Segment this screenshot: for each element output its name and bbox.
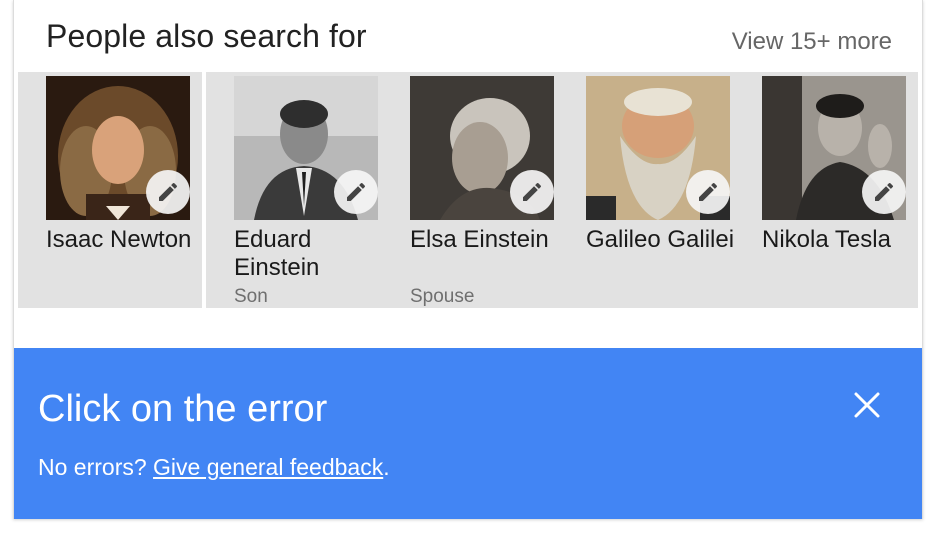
edit-button[interactable] xyxy=(510,170,554,214)
pencil-icon xyxy=(875,182,894,201)
feedback-prompt: No errors? Give general feedback. xyxy=(38,454,390,481)
section-title: People also search for xyxy=(46,18,367,54)
person-name: Galileo Galilei xyxy=(586,226,735,253)
pencil-icon xyxy=(159,182,178,201)
pencil-icon xyxy=(523,182,542,201)
person-name: Isaac Newton xyxy=(46,226,192,253)
pencil-icon xyxy=(347,182,366,201)
feedback-panel: Click on the error No errors? Give gener… xyxy=(14,348,922,519)
edit-button[interactable] xyxy=(146,170,190,214)
feedback-prefix: No errors? xyxy=(38,454,154,480)
close-icon xyxy=(854,392,880,418)
person-relation: Spouse xyxy=(410,286,475,307)
view-more-link[interactable]: View 15+ more xyxy=(732,28,892,56)
person-name: Eduard Einstein xyxy=(234,226,320,281)
edit-button[interactable] xyxy=(334,170,378,214)
person-tile-elsa-einstein[interactable]: Elsa Einstein Spouse xyxy=(382,72,566,308)
people-also-search-card: People also search for View 15+ more Isa… xyxy=(13,0,923,519)
person-tile-nikola-tesla[interactable]: Nikola Tesla xyxy=(734,72,918,308)
person-relation: Son xyxy=(234,286,268,307)
pencil-icon xyxy=(699,182,718,201)
close-button[interactable] xyxy=(850,388,884,422)
feedback-suffix: . xyxy=(383,454,390,480)
feedback-title: Click on the error xyxy=(38,388,328,430)
person-tile-galileo-galilei[interactable]: Galileo Galilei xyxy=(558,72,742,308)
edit-button[interactable] xyxy=(862,170,906,214)
edit-button[interactable] xyxy=(686,170,730,214)
person-tile-eduard-einstein[interactable]: Eduard Einstein Son xyxy=(206,72,390,308)
person-tile-isaac-newton[interactable]: Isaac Newton xyxy=(18,72,202,308)
give-feedback-link[interactable]: Give general feedback xyxy=(153,454,383,480)
person-name: Elsa Einstein xyxy=(410,226,549,253)
person-name: Nikola Tesla xyxy=(762,226,891,253)
